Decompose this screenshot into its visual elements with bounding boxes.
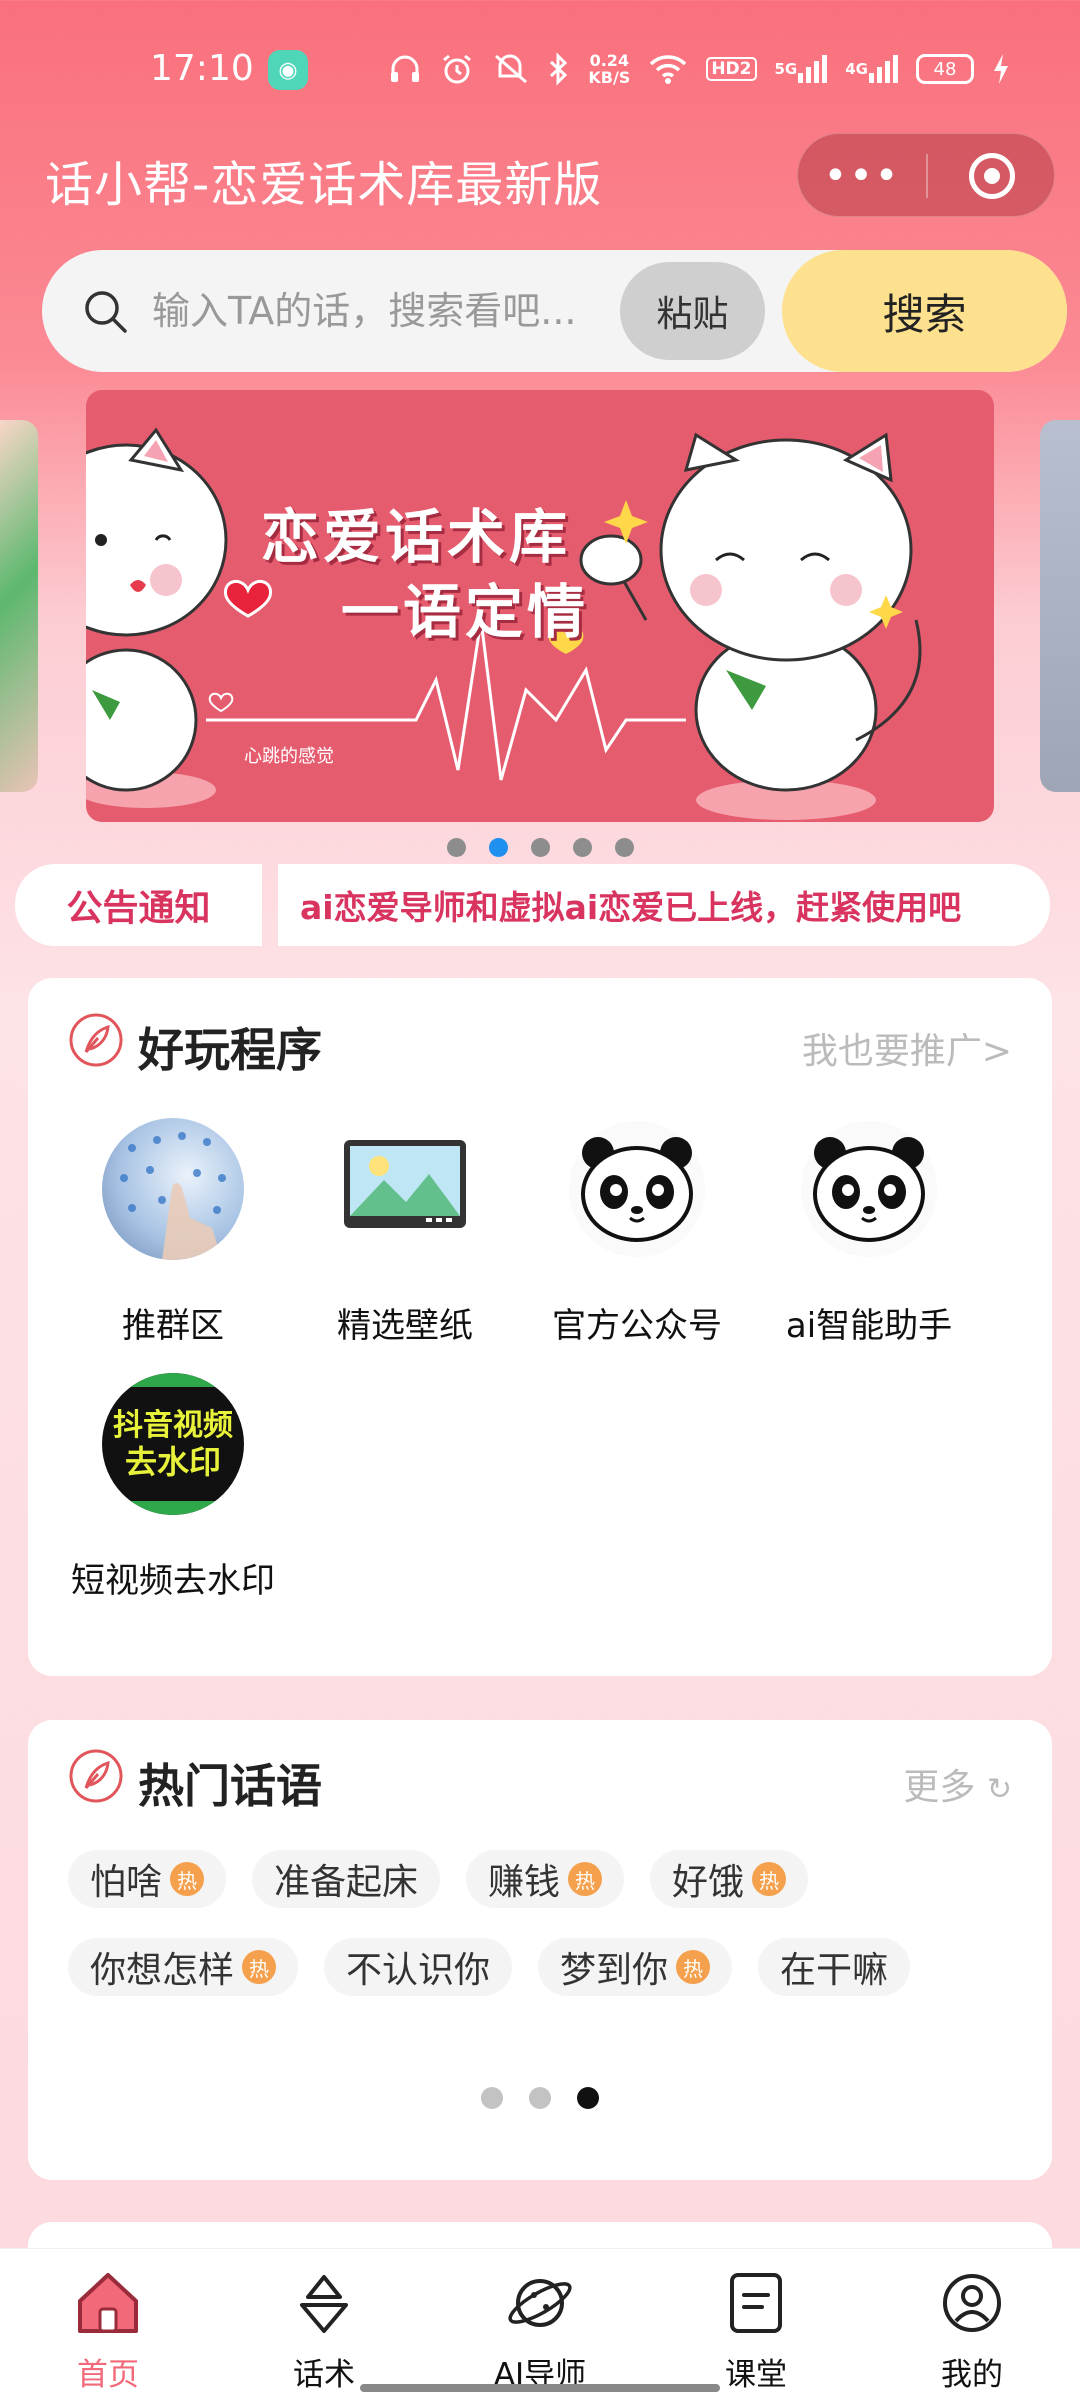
banner-title: 恋爱话术库 [261,503,572,571]
headphone-icon [388,52,422,86]
battery-icon: 48 [916,54,974,84]
home-indicator[interactable] [360,2384,720,2392]
feather-icon [69,1013,123,1067]
hd-icon: HD2 [706,57,757,81]
carousel-dot[interactable] [530,838,550,857]
programs-card: 好玩程序 我也要推广> 推群区 精选壁纸 官方公众号 ai智能助手 抖音视频 去… [28,978,1052,1676]
phrase-tag[interactable]: 准备起床 [252,1850,441,1908]
feather-icon [69,1749,123,1803]
phrase-tag[interactable]: 你想怎样热 [68,1938,299,1996]
notice-text: ai恋爱导师和虚拟ai恋爱已上线，赶紧使用吧 [300,888,962,927]
charging-icon [992,53,1010,85]
hot-badge: 热 [242,1950,277,1984]
banner-caption: 心跳的感觉 [244,746,334,767]
carousel-dot[interactable] [446,838,466,857]
phrase-tag[interactable]: 赚钱热 [466,1850,625,1908]
carousel-dot-active[interactable] [488,838,508,857]
notification-app-icon: ◉ [268,50,308,90]
hot-phrase-tags: 怕啥热 准备起床 赚钱热 好饿热 你想怎样热 不认识你 梦到你热 在干嘛 [68,1850,1028,2026]
carousel-dot[interactable] [572,838,592,857]
page-dot-active[interactable] [577,2087,599,2109]
status-bar: 17:10 ◉ 0.24 KB/S HD2 5G 4G 48 [0,0,1080,140]
program-label: ai智能助手 [785,1306,953,1346]
phrase-tag[interactable]: 梦到你热 [538,1938,733,1996]
banner-subtitle: 一语定情 [341,578,590,646]
banner-pagination [0,838,1080,858]
hot-badge: 热 [568,1862,603,1896]
program-label: 短视频去水印 [71,1561,275,1601]
programs-title: 好玩程序 [138,1023,322,1077]
banner-next-slide[interactable] [1040,420,1080,792]
hot-phrases-pagination [28,2087,1052,2111]
tab-profile[interactable]: 我的 [864,2249,1080,2400]
net-speed: 0.24 KB/S [588,51,631,87]
watermark-icon-text: 去水印 [125,1443,221,1481]
watermark-icon-text: 抖音视频 [113,1408,233,1443]
signal-icon: 5G [775,55,828,83]
carousel-dot[interactable] [614,838,634,857]
close-icon [969,153,1015,199]
panda-icon [798,1118,940,1260]
search-icon [85,291,127,333]
status-time: 17:10 [150,48,254,89]
speech-icon [300,2275,348,2333]
classroom-icon [730,2273,782,2333]
more-menu-button[interactable]: ••• [798,134,926,218]
program-item-watermark[interactable]: 抖音视频 去水印 短视频去水印 [55,1373,291,1613]
close-button[interactable] [928,134,1056,218]
phrase-tag[interactable]: 不认识你 [324,1938,513,1996]
program-item-wallpaper[interactable]: 精选壁纸 [287,1118,523,1358]
search-button[interactable]: 搜索 [782,250,1067,372]
hot-badge: 热 [752,1862,787,1896]
search-input[interactable] [152,280,652,342]
search-bar: 粘贴 搜索 [42,250,1067,372]
banner-slide[interactable]: 恋爱话术库 一语定情 心跳的感觉 [86,390,994,822]
group-icon [102,1118,244,1260]
program-item-ai-assistant[interactable]: ai智能助手 [751,1118,987,1358]
watermark-icon: 抖音视频 去水印 [102,1373,244,1515]
notice-label: 公告通知 [15,864,262,946]
paste-button[interactable]: 粘贴 [620,262,765,360]
tab-bar: 首页 话术 AI导师 课堂 我的 [0,2248,1080,2400]
more-label: 更多 [903,1767,976,1808]
phrase-tag[interactable]: 好饿热 [650,1850,809,1908]
wallpaper-icon [334,1118,476,1260]
phrase-tag[interactable]: 在干嘛 [758,1938,911,1996]
page-dot[interactable] [481,2087,503,2109]
home-icon [78,2273,138,2333]
banner-prev-slide[interactable] [0,420,38,792]
mute-icon [492,52,530,86]
status-icons: 0.24 KB/S HD2 5G 4G 48 [388,46,1010,92]
notice-marquee[interactable]: ai恋爱导师和虚拟ai恋爱已上线，赶紧使用吧 [278,864,1050,946]
bluetooth-icon [548,52,570,86]
page-title: 话小帮-恋爱话术库最新版 [45,157,603,213]
refresh-icon: ↻ [986,1772,1012,1807]
planet-icon [508,2279,572,2327]
program-item-official-account[interactable]: 官方公众号 [519,1118,755,1358]
phrase-tag[interactable]: 怕啥热 [68,1850,227,1908]
tab-ai-tutor[interactable]: AI导师 [432,2249,648,2400]
more-button[interactable]: 更多 ↻ [903,1758,1012,1810]
alarm-icon [440,52,474,86]
page-dot[interactable] [529,2087,551,2109]
profile-icon [943,2274,1001,2332]
tab-speech[interactable]: 话术 [216,2249,432,2400]
panda-icon [566,1118,708,1260]
tab-home[interactable]: 首页 [0,2249,216,2400]
hot-phrases-card: 热门话语 更多 ↻ 怕啥热 准备起床 赚钱热 好饿热 你想怎样热 不认识你 梦到… [28,1720,1052,2180]
mini-program-capsule: ••• [797,133,1055,217]
wifi-icon [648,53,688,85]
promote-link[interactable]: 我也要推广> [802,1022,1012,1074]
hot-phrases-title: 热门话语 [138,1759,322,1813]
hot-badge: 热 [170,1862,205,1896]
tab-classroom[interactable]: 课堂 [648,2249,864,2400]
hot-badge: 热 [676,1950,711,1984]
signal-icon-2: 4G [845,55,898,83]
program-item-group[interactable]: 推群区 [55,1118,291,1358]
